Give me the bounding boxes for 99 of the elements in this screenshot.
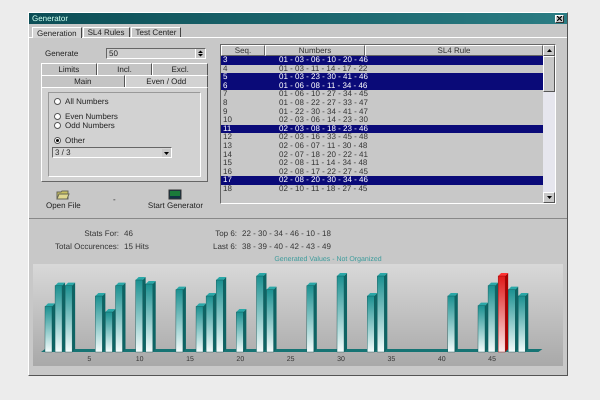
stat-label: Stats For: [83, 229, 119, 240]
numbers-cell-text: 01 - 22 - 30 - 34 - 41 - 47 [278, 108, 365, 116]
seq-cell-text: 10 [222, 116, 233, 125]
seq-cell-text: 4 [222, 64, 228, 74]
bar [196, 303, 206, 352]
bar [518, 293, 528, 352]
numbers-cell-text: 02 - 10 - 11 - 18 - 27 - 45 [278, 184, 365, 194]
radio-button[interactable] [54, 137, 61, 144]
bar [206, 293, 216, 352]
bar [64, 282, 76, 352]
bar [488, 282, 498, 352]
generate-spinner[interactable]: 50 [106, 48, 206, 59]
caret-icon [162, 148, 171, 156]
numbers-cell-text: 02 - 08 - 11 - 14 - 34 - 48 [278, 159, 365, 168]
radio-label: Other [65, 136, 86, 145]
window-title: Generator [32, 14, 68, 23]
numbers-cell-text: 02 - 06 - 07 - 11 - 30 - 48 [278, 142, 365, 151]
bar [306, 282, 317, 352]
list-row[interactable]: 8 01 - 08 - 22 - 27 - 33 - 47 [221, 98, 543, 108]
bar [176, 286, 186, 352]
list-row[interactable]: 4 01 - 03 - 11 - 14 - 17 - 22 [221, 64, 543, 74]
tab[interactable]: SL4 Rules [82, 27, 130, 37]
list-row[interactable]: 10 02 - 03 - 06 - 14 - 23 - 30 [221, 116, 543, 125]
spin-arrows-icon [195, 49, 205, 58]
seq-cell-text: 18 [222, 184, 233, 194]
list-row[interactable]: 15 02 - 08 - 11 - 14 - 34 - 48 [221, 159, 543, 168]
tab[interactable]: Even / Odd [124, 75, 208, 87]
close-icon [557, 16, 562, 21]
list-row[interactable]: 17 02 - 08 - 20 - 30 - 34 - 46 [221, 176, 543, 185]
stat-label: Last 6: [213, 242, 238, 253]
bar [478, 302, 488, 352]
seq-cell-text: 6 [222, 82, 228, 90]
monitor-icon [168, 189, 182, 200]
bar [508, 286, 518, 352]
bar [236, 309, 246, 352]
seq-cell-text: 13 [222, 142, 233, 151]
radio-label: Even Numbers [65, 112, 118, 121]
numbers-cell-text: 02 - 07 - 18 - 20 - 22 - 41 [278, 150, 365, 159]
radio-label: Odd Numbers [65, 121, 115, 130]
list-row[interactable]: 12 02 - 03 - 16 - 33 - 45 - 48 [221, 133, 543, 142]
list-row[interactable]: 9 01 - 22 - 30 - 34 - 41 - 47 [221, 108, 543, 116]
stat-value: 22 - 30 - 34 - 46 - 10 - 18 [242, 229, 331, 240]
numbers-cell-text: 02 - 03 - 16 - 33 - 45 - 48 [278, 133, 365, 142]
list-row[interactable]: 13 02 - 06 - 07 - 11 - 30 - 48 [221, 142, 543, 151]
list-row[interactable]: 7 01 - 06 - 10 - 27 - 34 - 45 [221, 90, 543, 99]
column-header[interactable]: Seq. [221, 45, 265, 56]
column-header[interactable]: SL4 Rule [365, 45, 543, 56]
stat-label: Top 6: [214, 229, 238, 240]
scroll-down-button[interactable] [543, 192, 555, 203]
bar [54, 282, 66, 352]
seq-cell-text: 14 [222, 150, 233, 160]
seq-cell-text: 12 [222, 133, 233, 142]
stat-label: Total Occurences: [54, 242, 119, 253]
down-arrow-icon [546, 196, 552, 199]
seq-cell-text: 7 [222, 90, 228, 99]
list-row[interactable]: 14 02 - 07 - 18 - 20 - 22 - 41 [221, 150, 543, 160]
numbers-cell-text: 01 - 03 - 11 - 14 - 17 - 22 [278, 64, 365, 73]
tab[interactable]: Test Center [130, 27, 182, 37]
stat-value: 38 - 39 - 40 - 42 - 43 - 49 [242, 242, 331, 253]
seq-cell-text: 5 [222, 73, 228, 82]
up-arrow-icon [546, 49, 552, 52]
seq-cell-text: 11 [222, 124, 232, 133]
column-header[interactable]: Numbers [265, 45, 365, 56]
list-row[interactable]: 5 01 - 03 - 23 - 30 - 41 - 46 [221, 73, 543, 82]
tab[interactable]: Incl. [96, 63, 152, 75]
seq-cell-text: 16 [222, 168, 233, 176]
radio-button[interactable] [54, 98, 61, 105]
seq-cell-text: 3 [222, 56, 228, 65]
folder-icon [56, 189, 70, 200]
tab[interactable]: Limits [41, 63, 97, 75]
bar [367, 293, 378, 352]
seq-cell-text: 8 [222, 98, 228, 108]
bar [146, 281, 156, 352]
bar [448, 293, 458, 352]
list-row[interactable]: 18 02 - 10 - 11 - 18 - 27 - 45 [221, 184, 543, 194]
seq-cell-text: 15 [222, 159, 233, 168]
tab[interactable]: Main [41, 75, 124, 87]
numbers-cell-text: 01 - 08 - 22 - 27 - 33 - 47 [278, 98, 365, 108]
bar [266, 286, 277, 352]
generate-label: Generate [45, 49, 78, 58]
seq-cell-text: 17 [222, 176, 233, 185]
scroll-thumb[interactable] [543, 56, 555, 92]
tab[interactable]: Excl. [152, 63, 208, 75]
radio-label: All Numbers [65, 97, 109, 106]
close-button[interactable] [555, 14, 564, 22]
radio-button[interactable] [54, 113, 61, 120]
radio-button[interactable] [54, 122, 61, 129]
ratio-dropdown[interactable]: 3 / 3 [52, 147, 172, 158]
numbers-cell-text: 01 - 06 - 08 - 11 - 34 - 46 [278, 82, 365, 90]
seq-cell-text: 9 [222, 108, 228, 116]
list-row[interactable]: 16 02 - 08 - 17 - 22 - 27 - 45 [221, 168, 543, 176]
bar [44, 303, 55, 352]
stat-value: 15 Hits [124, 242, 150, 253]
list-row[interactable]: 3 01 - 03 - 06 - 10 - 20 - 46 [221, 56, 543, 65]
list-row[interactable]: 11 02 - 03 - 08 - 18 - 23 - 46 [221, 124, 543, 134]
scroll-up-button[interactable] [543, 45, 555, 56]
bar [95, 293, 106, 352]
stat-value: 46 [124, 229, 134, 240]
tab[interactable]: Generation [32, 27, 82, 38]
